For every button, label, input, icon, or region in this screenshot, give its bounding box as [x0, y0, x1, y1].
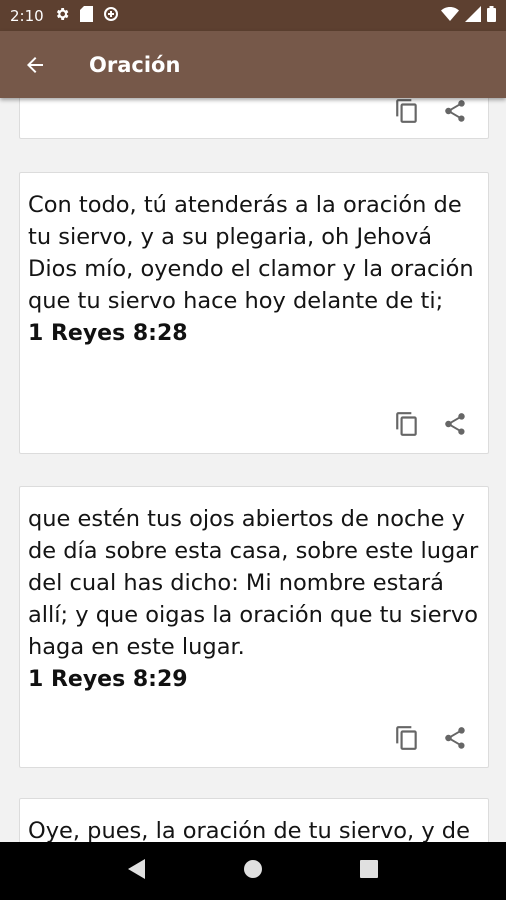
share-button[interactable] [440, 409, 470, 439]
signal-icon [465, 5, 481, 26]
share-icon [445, 413, 465, 435]
navigation-bar [0, 842, 506, 900]
verse-card: que estén tus ojos abiertos de noche y d… [19, 486, 489, 768]
data-saver-icon [103, 6, 119, 26]
nav-home-button[interactable] [242, 858, 264, 884]
battery-icon [487, 5, 496, 26]
copy-button[interactable] [392, 723, 422, 753]
share-icon [445, 727, 465, 749]
arrow-back-icon [27, 56, 43, 73]
verse-text: que estén tus ojos abiertos de noche y d… [28, 506, 479, 660]
sd-card-icon [79, 5, 93, 26]
verse-text: Oye, pues, la oración de tu siervo, y de [28, 818, 470, 842]
settings-icon [54, 6, 70, 26]
back-button[interactable] [0, 31, 70, 98]
page-title: Oración [89, 52, 181, 77]
wifi-icon [441, 6, 459, 25]
nav-recents-button[interactable] [359, 859, 379, 883]
verse-card [19, 98, 489, 139]
share-icon [445, 100, 465, 122]
copy-button[interactable] [392, 409, 422, 439]
copy-icon [396, 412, 417, 436]
card-actions [392, 409, 470, 439]
circle-home-icon [243, 860, 262, 878]
verse-card: Con todo, tú atenderás a la oración de t… [19, 172, 489, 454]
verse-text: Con todo, tú atenderás a la oración de t… [28, 192, 474, 314]
copy-icon [396, 99, 417, 123]
nav-back-button[interactable] [127, 858, 147, 884]
share-button[interactable] [440, 723, 470, 753]
status-bar: 2:10 [0, 0, 506, 31]
card-actions [392, 723, 470, 753]
card-actions [392, 98, 470, 126]
triangle-back-icon [128, 859, 146, 879]
verse-card: Oye, pues, la oración de tu siervo, y de [19, 798, 489, 842]
verse-list[interactable]: Con todo, tú atenderás a la oración de t… [0, 98, 506, 842]
share-button[interactable] [440, 98, 470, 126]
verse-reference: 1 Reyes 8:28 [28, 321, 188, 346]
copy-icon [396, 726, 417, 750]
square-recents-icon [359, 860, 378, 878]
app-bar: Oración [0, 31, 506, 98]
verse-reference: 1 Reyes 8:29 [28, 667, 188, 692]
status-time: 2:10 [10, 6, 44, 25]
copy-button[interactable] [392, 98, 422, 126]
